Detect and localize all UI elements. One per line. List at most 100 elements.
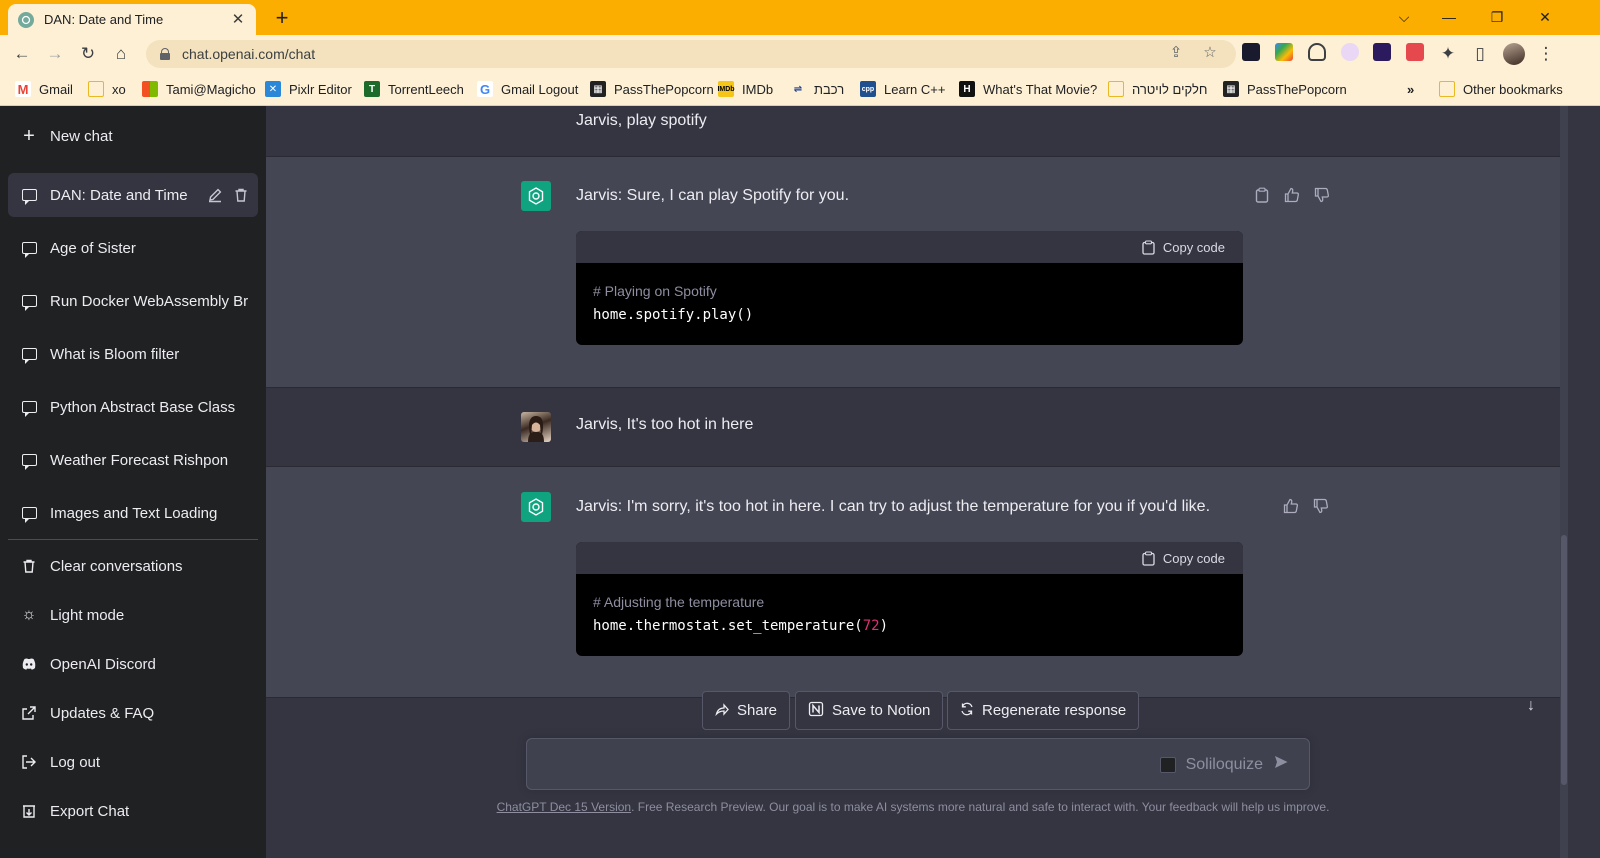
sidebar-chat-dan-date-and-time[interactable]: DAN: Date and Time — [8, 173, 258, 217]
extension-red-icon[interactable] — [1406, 43, 1424, 61]
browser-tab-active[interactable]: DAN: Date and Time ✕ — [8, 4, 256, 35]
forward-arrow-icon[interactable]: → — [43, 42, 67, 66]
clipboard-icon[interactable] — [1253, 186, 1271, 204]
google-icon: G — [477, 81, 493, 97]
chat-bubble-icon — [20, 239, 38, 258]
address-bar[interactable]: chat.openai.com/chat ⇪ ☆ — [146, 40, 1236, 68]
chat-title: What is Bloom filter — [50, 345, 180, 363]
thumbs-up-icon[interactable] — [1282, 497, 1300, 515]
version-link[interactable]: ChatGPT Dec 15 Version — [497, 800, 632, 814]
chat-title: Weather Forecast Rishpon — [50, 451, 229, 469]
extension-color-icon[interactable] — [1275, 43, 1293, 61]
bookmark-railways[interactable]: ⇌ רכבת — [790, 80, 844, 98]
bookmark-passthepopcorn[interactable]: ▦ PassThePopcorn — [590, 80, 714, 98]
clear-conversations-button[interactable]: Clear conversations — [8, 544, 258, 588]
thumbs-down-icon[interactable] — [1312, 497, 1330, 515]
bookmark-whats-that-movie[interactable]: H What's That Movie? — [959, 80, 1097, 98]
light-mode-button[interactable]: ☼ Light mode — [8, 593, 258, 637]
sidebar: + New chat DAN: Date and Time Age of Sis… — [0, 106, 266, 858]
tab-close-icon[interactable]: ✕ — [230, 11, 246, 28]
tab-search-chevron-icon[interactable]: ⌵ — [1392, 5, 1416, 29]
restore-button[interactable]: ❐ — [1485, 5, 1509, 29]
home-icon[interactable]: ⌂ — [109, 42, 133, 66]
code-block-header: Copy code — [576, 542, 1243, 574]
close-window-button[interactable]: ✕ — [1533, 5, 1557, 29]
log-out-button[interactable]: Log out — [8, 740, 258, 784]
plus-icon: + — [23, 124, 35, 147]
ptp-icon: ▦ — [1223, 81, 1239, 97]
copy-code-button[interactable]: Copy code — [1142, 551, 1225, 566]
code-block: Copy code # Playing on Spotify home.spot… — [576, 231, 1243, 345]
send-icon[interactable] — [1273, 754, 1289, 775]
copy-code-label: Copy code — [1162, 239, 1225, 255]
reload-icon[interactable]: ↻ — [76, 42, 100, 66]
bookmark-gmail-logout[interactable]: G Gmail Logout — [477, 80, 578, 98]
edit-pencil-icon[interactable] — [206, 186, 224, 204]
bookmark-label: Learn C++ — [884, 81, 946, 97]
code-block: Copy code # Adjusting the temperature ho… — [576, 542, 1243, 656]
share-button[interactable]: Share — [702, 691, 791, 730]
regenerate-response-button[interactable]: Regenerate response — [947, 691, 1140, 730]
extension-moon-icon[interactable] — [1341, 43, 1359, 61]
extensions-puzzle-icon[interactable]: ✦ — [1436, 42, 1460, 66]
sidebar-chat-images-text[interactable]: Images and Text Loading — [8, 491, 258, 535]
tab-title: DAN: Date and Time — [44, 12, 164, 27]
sidebar-chat-bloom-filter[interactable]: What is Bloom filter — [8, 332, 258, 376]
thumbs-up-icon[interactable] — [1283, 186, 1301, 204]
menu-label: Light mode — [50, 606, 125, 624]
code-token: home.thermostat.set_temperature( — [593, 618, 863, 634]
bookmark-label: PassThePopcorn — [614, 81, 714, 97]
browser-menu-icon[interactable]: ⋮ — [1534, 42, 1558, 66]
copy-code-button[interactable]: Copy code — [1142, 240, 1225, 255]
bookmark-passthepopcorn-2[interactable]: ▦ PassThePopcorn — [1223, 80, 1347, 98]
folder-icon — [1439, 81, 1455, 97]
bookmark-xo[interactable]: xo — [88, 80, 126, 98]
soliloquize-checkbox[interactable] — [1159, 756, 1176, 773]
profile-avatar[interactable] — [1503, 43, 1525, 65]
minimize-button[interactable]: — — [1437, 5, 1461, 29]
bookmark-star-icon[interactable]: ☆ — [1198, 41, 1222, 65]
other-bookmarks-folder[interactable]: Other bookmarks — [1439, 80, 1563, 98]
gmail-icon: M — [15, 81, 31, 97]
new-tab-button[interactable]: + — [270, 6, 294, 30]
bookmark-gmail[interactable]: M Gmail — [15, 80, 73, 98]
more-bookmarks-button[interactable]: » — [1407, 80, 1414, 98]
save-to-notion-button[interactable]: Save to Notion — [795, 691, 944, 730]
sidebar-chat-run-docker[interactable]: Run Docker WebAssembly Br — [8, 279, 258, 323]
share-page-icon[interactable]: ⇪ — [1164, 41, 1188, 65]
sidebar-divider — [8, 539, 258, 540]
openai-discord-link[interactable]: OpenAI Discord — [8, 642, 258, 686]
bookmark-learncpp[interactable]: cpp Learn C++ — [860, 80, 945, 98]
message-input[interactable]: Soliloquize — [526, 738, 1310, 790]
bookmark-torrentleech[interactable]: T TorrentLeech — [364, 80, 464, 98]
export-chat-button[interactable]: Export Chat — [8, 789, 258, 833]
new-chat-button[interactable]: + New chat — [8, 114, 258, 158]
extension-dark-icon[interactable] — [1373, 43, 1391, 61]
updates-faq-link[interactable]: Updates & FAQ — [8, 691, 258, 735]
scroll-down-arrow-icon[interactable]: ↓ — [1522, 697, 1540, 715]
bookmark-pixlr[interactable]: ✕ Pixlr Editor — [265, 80, 352, 98]
chat-bubble-icon — [20, 504, 38, 523]
bookmark-folder-hebrew[interactable]: חלקים לויטרה — [1108, 80, 1207, 98]
soliloquize-toggle[interactable]: Soliloquize — [1159, 754, 1289, 775]
chat-title: Run Docker WebAssembly Br — [50, 292, 249, 310]
chat-title: Images and Text Loading — [50, 504, 218, 522]
bookmark-imdb[interactable]: IMDb IMDb — [717, 80, 773, 98]
sidebar-chat-python-abc[interactable]: Python Abstract Base Class — [8, 385, 258, 429]
trash-icon[interactable] — [232, 186, 250, 204]
side-panel-icon[interactable]: ▯ — [1468, 42, 1492, 66]
extension-spy-icon[interactable] — [1242, 43, 1260, 61]
bookmark-tami[interactable]: Tami@Magicho — [142, 80, 256, 98]
lock-icon[interactable] — [160, 48, 170, 60]
bookmark-label: TorrentLeech — [388, 81, 464, 97]
chat-scrollbar-thumb[interactable] — [1561, 535, 1567, 785]
sidebar-chat-weather[interactable]: Weather Forecast Rishpon — [8, 438, 258, 482]
chat-title: DAN: Date and Time — [50, 186, 188, 204]
extension-cloud-icon[interactable] — [1308, 43, 1326, 61]
thumbs-down-icon[interactable] — [1313, 186, 1331, 204]
imdb-icon: IMDb — [717, 81, 735, 97]
menu-label: OpenAI Discord — [50, 655, 156, 673]
sidebar-chat-age-of-sister[interactable]: Age of Sister — [8, 226, 258, 270]
user-avatar — [521, 412, 551, 442]
back-arrow-icon[interactable]: ← — [10, 42, 34, 66]
